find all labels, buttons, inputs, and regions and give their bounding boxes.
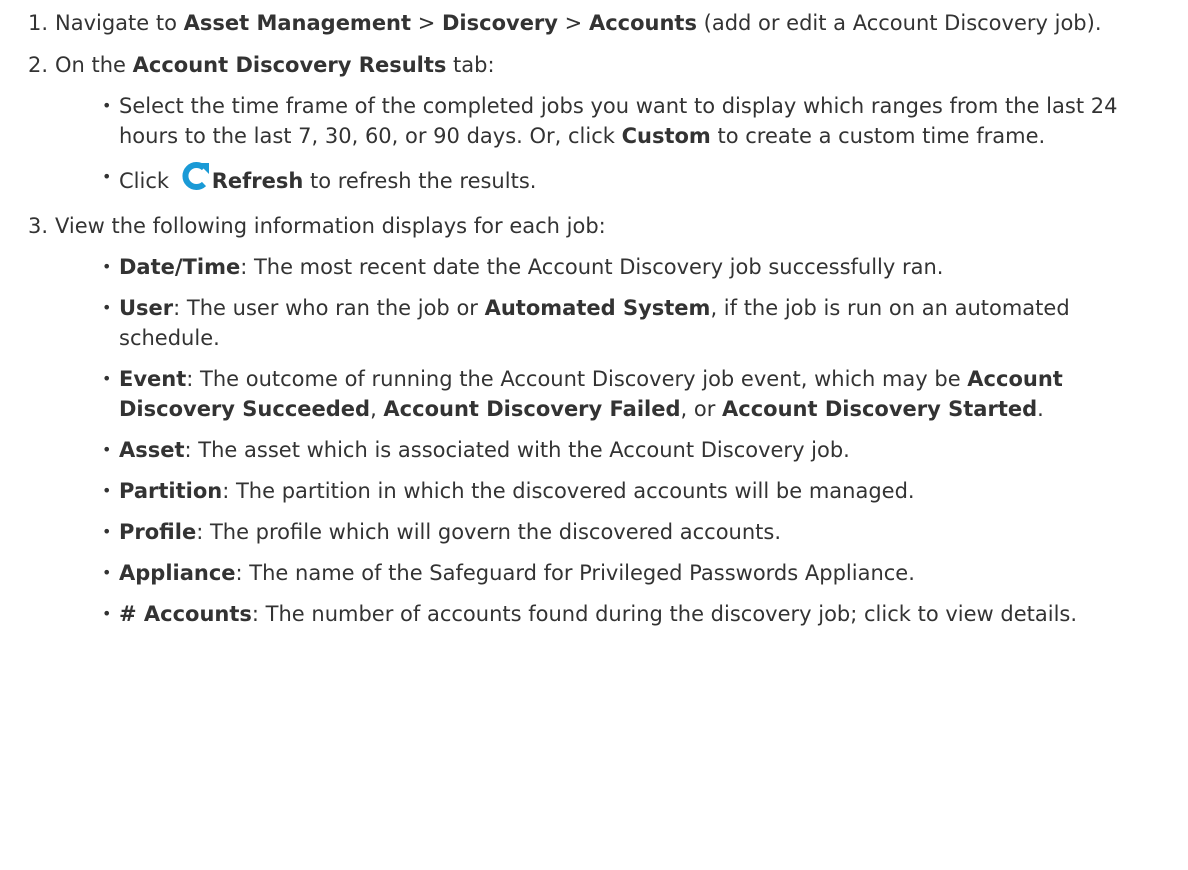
bullet-dot: • [102, 96, 112, 115]
field-asset: • Asset: The asset which is associated w… [55, 435, 1168, 465]
field-accounts: • # Accounts: The number of accounts fou… [55, 599, 1168, 629]
bullet-dot: • [102, 604, 112, 623]
custom-label: Custom [621, 124, 711, 148]
step-2: 2. On the Account Discovery Results tab:… [8, 50, 1168, 199]
separator: > [557, 11, 589, 35]
field-datetime: • Date/Time: The most recent date the Ac… [55, 252, 1168, 282]
field-term: Appliance [119, 561, 236, 585]
step-text: Navigate to [55, 11, 184, 35]
menu-accounts: Accounts [588, 11, 697, 35]
documentation-page: 1. Navigate to Asset Management > Discov… [0, 0, 1188, 629]
step-text: On the [55, 53, 133, 77]
automated-system-label: Automated System [484, 296, 711, 320]
step-number: 2. [27, 53, 48, 77]
bullet-text: Click [119, 169, 176, 193]
field-desc: : The profile which will govern the disc… [196, 520, 782, 544]
field-user: • User: The user who ran the job or Auto… [55, 293, 1168, 353]
bullet-dot: • [102, 257, 112, 276]
menu-asset-management: Asset Management [183, 11, 412, 35]
bullet-dot: • [102, 298, 112, 317]
bullet-dot: • [102, 369, 112, 388]
bullet-dot: • [102, 440, 112, 459]
bullet-dot: • [102, 167, 112, 186]
bullet-dot: • [102, 563, 112, 582]
step-1: 1. Navigate to Asset Management > Discov… [8, 8, 1168, 38]
field-term: User [119, 296, 174, 320]
field-desc: : The most recent date the Account Disco… [240, 255, 944, 279]
field-desc: : The name of the Safeguard for Privileg… [235, 561, 915, 585]
step-number: 3. [27, 214, 48, 238]
field-term: Date/Time [119, 255, 241, 279]
field-term: # Accounts [119, 602, 252, 626]
bullet-timeframe: • Select the time frame of the completed… [55, 91, 1168, 151]
field-desc: : The asset which is associated with the… [184, 438, 850, 462]
step-3: 3. View the following information displa… [8, 211, 1168, 629]
steps-list: 1. Navigate to Asset Management > Discov… [8, 8, 1168, 629]
step-number: 1. [27, 11, 48, 35]
field-list: • Date/Time: The most recent date the Ac… [55, 252, 1168, 629]
bullet-text: to refresh the results. [303, 169, 537, 193]
field-term: Asset [119, 438, 185, 462]
step-text: tab: [446, 53, 495, 77]
field-desc: . [1037, 397, 1044, 421]
event-started: Account Discovery Started [722, 397, 1038, 421]
field-term: Partition [119, 479, 223, 503]
field-desc: : The user who ran the job or [173, 296, 485, 320]
menu-discovery: Discovery [442, 11, 558, 35]
field-desc: : The partition in which the discovered … [222, 479, 915, 503]
field-desc: : The outcome of running the Account Dis… [186, 367, 968, 391]
field-partition: • Partition: The partition in which the … [55, 476, 1168, 506]
separator: , [370, 397, 384, 421]
event-failed: Account Discovery Failed [383, 397, 681, 421]
tab-account-discovery-results: Account Discovery Results [132, 53, 447, 77]
step-2-bullets: • Select the time frame of the completed… [55, 91, 1168, 199]
step-text: (add or edit a Account Discovery job). [696, 11, 1102, 35]
field-event: • Event: The outcome of running the Acco… [55, 364, 1168, 424]
bullet-dot: • [102, 481, 112, 500]
field-desc: : The number of accounts found during th… [251, 602, 1078, 626]
separator: > [411, 11, 442, 35]
field-term: Profile [119, 520, 197, 544]
field-appliance: • Appliance: The name of the Safeguard f… [55, 558, 1168, 588]
bullet-refresh: • Click Refresh to refresh the results. [55, 162, 1168, 199]
step-text: View the following information displays … [55, 214, 606, 238]
separator: , or [680, 397, 723, 421]
refresh-label: Refresh [211, 169, 304, 193]
refresh-icon [180, 162, 210, 190]
field-profile: • Profile: The profile which will govern… [55, 517, 1168, 547]
field-term: Event [119, 367, 187, 391]
bullet-dot: • [102, 522, 112, 541]
bullet-text: to create a custom time frame. [710, 124, 1046, 148]
